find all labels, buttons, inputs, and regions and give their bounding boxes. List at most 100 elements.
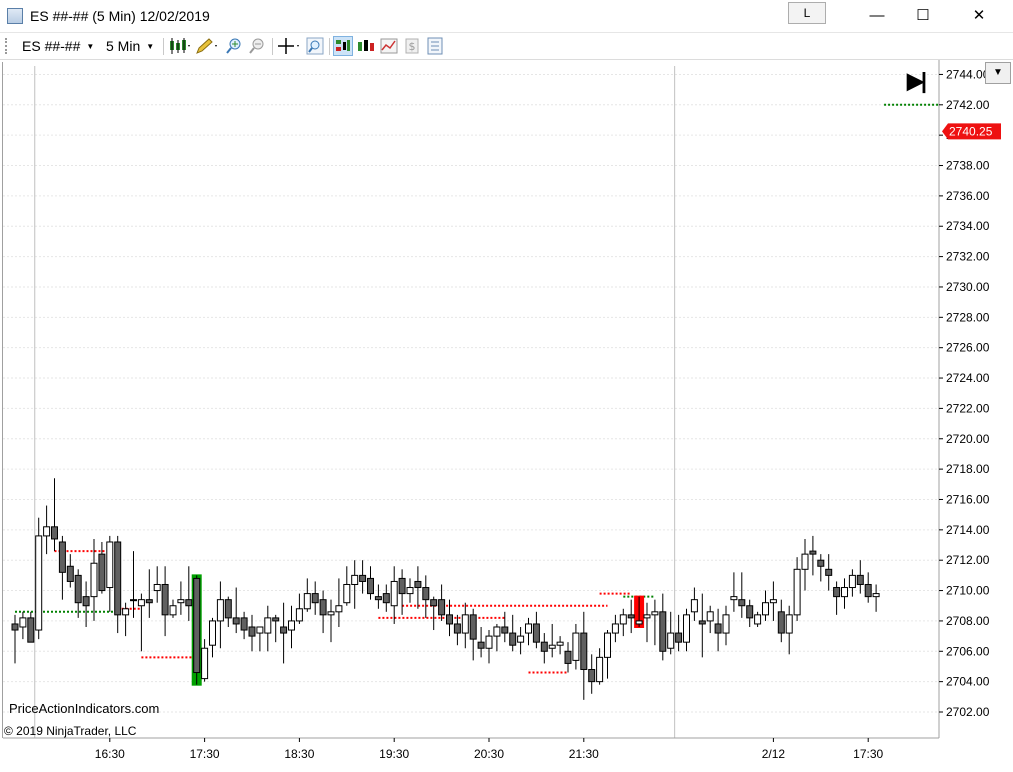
axis-menu-button[interactable]: ▼ <box>985 62 1011 84</box>
close-button[interactable]: ✕ <box>956 0 1002 32</box>
candle-body <box>272 617 280 622</box>
candle-body <box>611 623 619 634</box>
dollar-icon[interactable]: $ <box>403 37 421 55</box>
crosshair-icon[interactable] <box>277 37 301 55</box>
time-tick-label: 19:30 <box>379 747 409 761</box>
toolbar-divider <box>272 38 273 55</box>
price-tick-label: 2710.00 <box>946 584 990 598</box>
instrument-selector[interactable]: ES ##-## ▼ <box>22 38 94 54</box>
candle-body <box>706 611 714 622</box>
candle-body <box>185 599 193 607</box>
candle-body <box>762 602 769 616</box>
candle-body <box>27 617 35 643</box>
price-tick-label: 2742.00 <box>946 98 990 112</box>
app-chart-icon <box>7 8 23 24</box>
candle-body <box>841 587 848 598</box>
candle-body <box>130 599 137 602</box>
candle-body <box>572 632 580 661</box>
candle-body <box>216 599 224 622</box>
candle-body <box>738 599 746 607</box>
candle-body <box>469 614 477 640</box>
zoom-out-icon[interactable] <box>248 37 266 55</box>
candle-body <box>698 620 706 625</box>
price-chart[interactable]: 2702.00 2704.00 2706.00 2708.00 2710.00 2712.… <box>0 60 1013 772</box>
candle-body <box>288 620 295 631</box>
candle-body <box>58 541 66 573</box>
time-axis[interactable]: 16:30 17:30 18:30 19:30 20:30 21:30 2/12 17:30 <box>3 737 939 761</box>
indicators-icon[interactable] <box>380 37 398 55</box>
candle-body <box>548 644 556 649</box>
properties-icon[interactable] <box>426 37 444 55</box>
candle-body <box>501 626 509 634</box>
link-button[interactable]: L <box>788 2 826 24</box>
candlestick-chart-icon[interactable] <box>168 37 192 55</box>
candle-body <box>532 623 540 643</box>
toolbar-grip-icon[interactable] <box>5 38 9 54</box>
candle <box>193 575 201 685</box>
chevron-down-icon: ▼ <box>993 67 1003 78</box>
candle-body <box>43 526 51 537</box>
candle-body <box>66 565 74 582</box>
price-tick-label: 2734.00 <box>946 219 990 233</box>
minimize-button[interactable]: — <box>854 0 900 32</box>
candle-body <box>382 593 390 604</box>
candle-body <box>438 599 446 616</box>
candle-body <box>367 577 374 595</box>
candle-body <box>398 577 406 595</box>
price-tick-label: 2704.00 <box>946 675 990 689</box>
candle-body <box>177 599 185 604</box>
instrument-label: ES ##-## <box>22 38 81 54</box>
price-tick-label: 2724.00 <box>946 371 990 385</box>
candle-body <box>722 614 730 634</box>
candle-body <box>74 574 82 604</box>
candle-body <box>643 614 651 619</box>
candle-body <box>19 617 27 628</box>
chevron-down-icon: ▼ <box>146 42 155 51</box>
candle-body <box>651 611 659 616</box>
price-tick-label: 2718.00 <box>946 462 990 476</box>
candle-body <box>201 647 209 680</box>
candle-body <box>406 587 414 595</box>
maximize-button[interactable]: ☐ <box>900 0 946 32</box>
candle-body <box>169 605 177 616</box>
zoom-in-icon[interactable] <box>225 37 243 55</box>
candle-body <box>280 626 288 634</box>
candle-body <box>517 635 525 643</box>
candle-body <box>809 550 817 555</box>
go-to-end-icon[interactable]: ▶| <box>907 68 927 94</box>
candle-body <box>509 632 517 646</box>
candle-body <box>777 611 785 634</box>
magnifier-icon[interactable] <box>306 37 324 55</box>
interval-label: 5 Min <box>106 38 141 54</box>
price-tick-label: 2732.00 <box>946 250 990 264</box>
candle-body <box>683 614 690 643</box>
candle-body <box>667 632 675 649</box>
price-axis[interactable]: 2702.00 2704.00 2706.00 2708.00 2710.00 2712.… <box>938 60 1001 738</box>
candle-body <box>833 587 841 598</box>
price-tick-label: 2744.00 <box>946 67 990 81</box>
candle-body <box>848 574 856 589</box>
candle-body <box>493 626 501 637</box>
candle-body <box>209 620 216 646</box>
candle-body <box>485 635 493 649</box>
interval-selector[interactable]: 5 Min ▼ <box>106 38 154 54</box>
candle-body <box>856 574 864 585</box>
candle-body <box>35 535 43 631</box>
title-bar: ES ##-## (5 Min) 12/02/2019 L — ☐ ✕ <box>0 0 1013 33</box>
drawing-pencil-icon[interactable] <box>195 37 219 55</box>
candle-body <box>564 650 572 664</box>
candle-body <box>232 617 240 625</box>
price-tick-label: 2728.00 <box>946 310 990 324</box>
candle-body <box>461 614 469 634</box>
price-tick-label: 2722.00 <box>946 401 990 415</box>
candle-body <box>224 599 232 619</box>
candle-body <box>335 605 343 613</box>
candle-body <box>414 580 422 589</box>
chart-trader-icon[interactable] <box>333 36 353 56</box>
svg-text:$: $ <box>409 40 416 53</box>
candle-body <box>446 614 453 625</box>
time-tick-label: 18:30 <box>284 747 314 761</box>
candle-body <box>556 641 564 646</box>
price-tick-label: 2714.00 <box>946 523 990 537</box>
strategies-icon[interactable] <box>357 37 375 55</box>
